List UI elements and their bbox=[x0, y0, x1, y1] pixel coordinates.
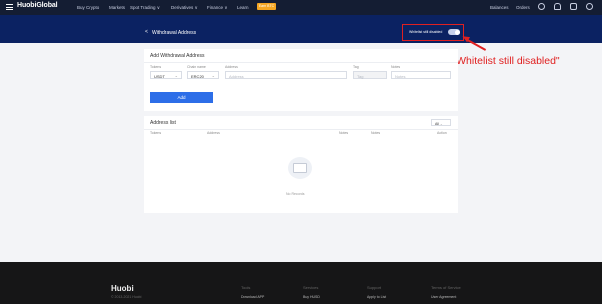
footer-link-buy-husd[interactable]: Buy HUSD bbox=[303, 295, 320, 299]
address-input[interactable]: Address bbox=[225, 71, 347, 79]
filter-select[interactable]: All ⌄ bbox=[431, 119, 451, 126]
sub-navigation: < Withdrawal Address bbox=[0, 28, 602, 42]
top-navigation: HuobiGlobal Buy Crypto Markets Spot Trad… bbox=[0, 0, 602, 15]
empty-state-text: No Records bbox=[286, 192, 305, 196]
copyright: © 2013-2021 Huobi bbox=[111, 295, 142, 299]
token-select[interactable]: USDT ⌄ bbox=[150, 71, 182, 79]
nav-derivatives[interactable]: Derivatives ∨ bbox=[171, 5, 198, 11]
footer-col-services: Services bbox=[303, 285, 319, 290]
form-title: Add Withdrawal Address bbox=[150, 53, 205, 59]
user-icon[interactable] bbox=[538, 3, 545, 10]
page-title: Withdrawal Address bbox=[152, 30, 197, 36]
download-icon[interactable] bbox=[570, 3, 577, 10]
earn-btc-badge[interactable]: Earn BTC bbox=[257, 3, 276, 10]
address-label: Address bbox=[225, 65, 238, 69]
column-notes: Notes bbox=[339, 131, 349, 135]
huobi-global-logo[interactable]: HuobiGlobal bbox=[17, 2, 58, 9]
settings-icon[interactable] bbox=[586, 3, 593, 10]
nav-spot-trading[interactable]: Spot Trading ∨ bbox=[130, 5, 160, 11]
annotation-highlight-box: Whitelist still disabled bbox=[402, 24, 464, 41]
bell-icon[interactable] bbox=[554, 3, 561, 10]
column-address: Address bbox=[207, 131, 220, 135]
tag-input[interactable]: Tag bbox=[353, 71, 387, 79]
nav-learn[interactable]: Learn bbox=[237, 5, 249, 10]
list-title: Address list bbox=[150, 120, 176, 126]
divider bbox=[144, 62, 458, 63]
chevron-down-icon: ⌄ bbox=[439, 121, 443, 126]
footer: Huobi © 2013-2021 Huobi Tools Services S… bbox=[0, 262, 602, 304]
footer-link-download-app[interactable]: Download APP bbox=[241, 295, 264, 299]
nav-orders[interactable]: Orders bbox=[516, 5, 530, 10]
footer-link-user-agreement[interactable]: User Agreement bbox=[431, 295, 456, 299]
menu-icon[interactable] bbox=[6, 4, 13, 11]
column-notes-2: Notes bbox=[371, 131, 381, 135]
nav-balances[interactable]: Balances bbox=[490, 5, 509, 10]
add-button[interactable]: Add bbox=[150, 92, 213, 103]
footer-col-tools: Tools bbox=[241, 285, 251, 290]
nav-buy-crypto[interactable]: Buy Crypto bbox=[77, 5, 99, 10]
empty-records-icon bbox=[288, 157, 312, 179]
tag-label: Tag bbox=[353, 65, 359, 69]
address-list-card: Address list All ⌄ Tokens Address Notes … bbox=[144, 116, 458, 213]
footer-logo[interactable]: Huobi bbox=[111, 284, 134, 293]
toggle-knob bbox=[454, 29, 460, 35]
chevron-down-icon: ⌄ bbox=[211, 73, 215, 78]
back-icon[interactable]: < bbox=[145, 29, 148, 35]
footer-col-terms: Terms of Service bbox=[431, 285, 461, 290]
token-label: Tokens bbox=[150, 65, 162, 69]
chain-label: Chain name bbox=[187, 65, 206, 69]
nav-finance[interactable]: Finance ∨ bbox=[207, 5, 228, 11]
chain-select[interactable]: ERC20 ⌄ bbox=[187, 71, 219, 79]
chevron-down-icon: ⌄ bbox=[174, 73, 178, 78]
divider bbox=[144, 129, 458, 130]
footer-col-support: Support bbox=[367, 285, 382, 290]
whitelist-toggle[interactable] bbox=[448, 29, 460, 35]
notes-label: Notes bbox=[391, 65, 401, 69]
notes-input[interactable]: Notes bbox=[391, 71, 451, 79]
column-action: Action bbox=[437, 131, 447, 135]
column-tokens: Tokens bbox=[150, 131, 162, 135]
nav-markets[interactable]: Markets bbox=[109, 5, 125, 10]
whitelist-status-label[interactable]: Whitelist still disabled bbox=[409, 30, 442, 34]
footer-link-apply-to-list[interactable]: Apply to List bbox=[367, 295, 386, 299]
add-address-card: Add Withdrawal Address Tokens USDT ⌄ Chai… bbox=[144, 49, 458, 111]
